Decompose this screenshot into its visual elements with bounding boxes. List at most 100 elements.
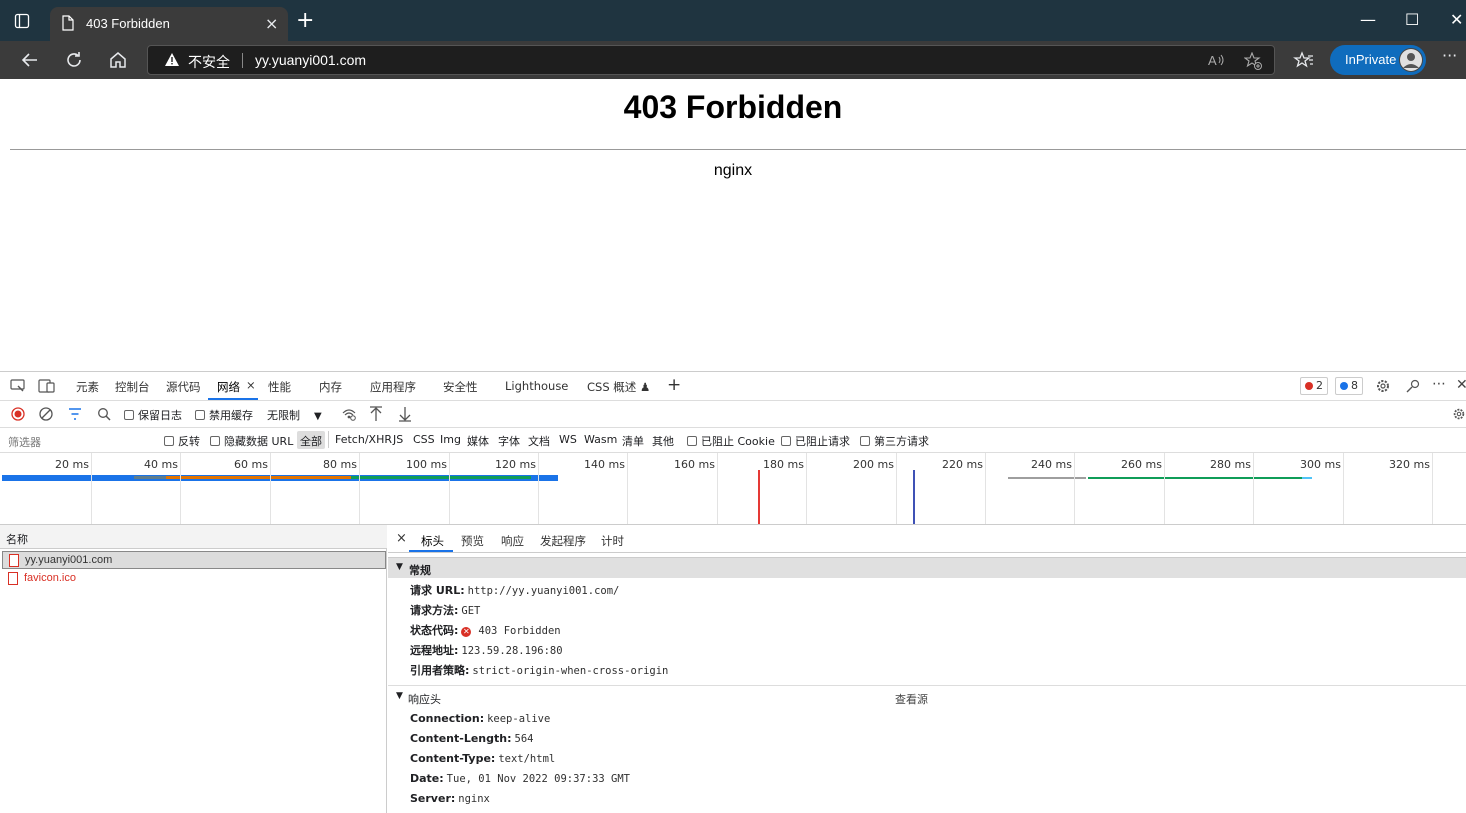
type-filter-ws[interactable]: WS [559,433,577,446]
general-section-header[interactable]: ▼ 常规 [388,557,1466,578]
request-name: yy.yuanyi001.com [25,554,113,566]
response-header-row: Connection: keep-alive [410,712,550,725]
network-conditions-icon[interactable] [341,407,357,424]
response-headers-section-header[interactable]: ▼ 响应头 查看源 [388,685,1466,706]
type-filter-wasm[interactable]: Wasm [584,433,617,446]
favorites-icon[interactable] [1292,48,1316,72]
response-header-row: Content-Length: 564 [410,732,533,745]
overview-tick-label: 100 ms [406,458,447,471]
filter-input[interactable]: 筛选器 [2,431,152,450]
tab-performance[interactable]: 性能 [268,379,291,395]
add-panel-button[interactable]: + [667,375,681,395]
type-filter-fetch-xhr[interactable]: Fetch/XHR [335,433,392,446]
tab-preview[interactable]: 预览 [461,533,484,549]
blocked-cookies-checkbox[interactable]: 已阻止 Cookie [687,433,775,449]
tab-lighthouse[interactable]: Lighthouse [505,379,568,393]
request-row-selected[interactable]: yy.yuanyi001.com [2,551,386,569]
record-icon[interactable] [11,407,25,424]
browser-tab[interactable]: 403 Forbidden × [50,7,288,41]
overview-gridline [896,453,897,524]
view-source-link[interactable]: 查看源 [895,691,928,707]
disable-cache-checkbox[interactable]: 禁用缓存 [195,407,253,423]
add-favorite-icon[interactable] [1243,51,1262,74]
minimize-button[interactable]: — [1360,10,1376,29]
home-icon[interactable] [106,48,130,72]
type-filter-css[interactable]: CSS [413,433,435,446]
header-key: Server: [410,792,456,805]
page-icon [61,15,75,34]
import-har-icon[interactable] [369,406,383,425]
devtools-close-icon[interactable]: ✕ [1456,377,1466,393]
filter-icon[interactable] [68,408,82,423]
tab-application[interactable]: 应用程序 [370,379,416,395]
type-filter-other[interactable]: 其他 [652,433,674,449]
security-label[interactable]: 不安全 [188,52,230,72]
more-menu-icon[interactable]: ··· [1442,46,1466,70]
hide-data-urls-checkbox[interactable]: 隐藏数据 URL [210,433,293,449]
tab-network[interactable]: 网络 [217,379,240,395]
inprivate-button[interactable]: InPrivate [1330,45,1426,75]
request-details: × 标头 预览 响应 发起程序 计时 ▼ 常规 请求 URL: http://yy… [388,525,1466,813]
header-value: 403 Forbidden [478,625,561,637]
type-filter-font[interactable]: 字体 [498,433,520,449]
request-row[interactable]: favicon.ico [2,570,386,588]
tab-console[interactable]: 控制台 [115,379,150,395]
overview-gridline [1074,453,1075,524]
tab-timing[interactable]: 计时 [601,533,624,549]
tab-sources[interactable]: 源代码 [166,379,201,395]
throttling-select[interactable]: 无限制 ▼ [267,407,322,423]
read-aloud-icon[interactable]: A [1208,52,1226,72]
blocked-requests-checkbox[interactable]: 已阻止请求 [781,433,850,449]
tab-close-icon[interactable]: × [265,14,278,33]
tab-actions-icon[interactable] [14,13,30,29]
inspect-element-icon[interactable] [10,379,26,396]
tab-network-close-icon[interactable]: × [246,378,256,392]
refresh-icon[interactable] [62,48,86,72]
network-overview[interactable]: 20 ms 40 ms 60 ms 80 ms 100 ms 120 ms 140 ms 16… [0,453,1466,525]
customize-icon[interactable] [1405,378,1421,397]
type-filter-doc[interactable]: 文档 [528,433,550,449]
new-tab-button[interactable]: + [296,10,314,32]
warning-icon[interactable] [164,52,180,72]
tab-response[interactable]: 响应 [501,533,524,549]
tab-elements[interactable]: 元素 [76,379,99,395]
overview-tick-label: 280 ms [1210,458,1251,471]
error-badge[interactable]: 2 [1300,377,1328,395]
close-details-icon[interactable]: × [396,531,407,546]
back-icon[interactable] [18,48,42,72]
preserve-log-checkbox[interactable]: 保留日志 [124,407,182,423]
type-filter-manifest[interactable]: 清单 [622,433,644,449]
request-list: 名称 yy.yuanyi001.com favicon.ico [0,525,387,813]
network-settings-icon[interactable] [1452,407,1466,424]
overview-tick-label: 120 ms [495,458,536,471]
tab-css-overview[interactable]: CSS 概述 ♟ [587,379,650,395]
address-bar[interactable]: 不安全 yy.yuanyi001.com A [147,45,1275,75]
type-filter-js[interactable]: JS [393,433,403,446]
third-party-checkbox[interactable]: 第三方请求 [860,433,929,449]
type-filter-media[interactable]: 媒体 [467,433,489,449]
response-header-row: Server: nginx [410,792,490,805]
document-icon [9,554,19,567]
tab-headers[interactable]: 标头 [421,533,444,549]
settings-gear-icon[interactable] [1375,378,1391,397]
tab-initiator[interactable]: 发起程序 [540,533,586,549]
browser-toolbar: 不安全 yy.yuanyi001.com A InPrivate ··· [0,41,1466,79]
type-filter-img[interactable]: Img [440,433,461,446]
maximize-button[interactable]: ☐ [1405,10,1419,29]
search-icon[interactable] [97,407,111,424]
overview-gridline [359,453,360,524]
devtools-more-icon[interactable]: ⋯ [1432,376,1446,392]
url-text[interactable]: yy.yuanyi001.com [255,52,366,68]
tab-security[interactable]: 安全性 [443,379,478,395]
overview-gridline [180,453,181,524]
message-badge[interactable]: 8 [1335,377,1363,395]
close-window-button[interactable]: ✕ [1450,10,1463,29]
invert-checkbox[interactable]: 反转 [164,433,200,449]
export-har-icon[interactable] [398,406,412,425]
device-toolbar-icon[interactable] [38,379,56,396]
name-column-header[interactable]: 名称 [6,531,28,547]
clear-icon[interactable] [39,407,53,424]
devtools-panel: 元素 控制台 源代码 网络 × 性能 内存 应用程序 安全性 Lighthous… [0,371,1466,813]
type-filter-all[interactable]: 全部 [297,431,325,449]
tab-memory[interactable]: 内存 [319,379,342,395]
